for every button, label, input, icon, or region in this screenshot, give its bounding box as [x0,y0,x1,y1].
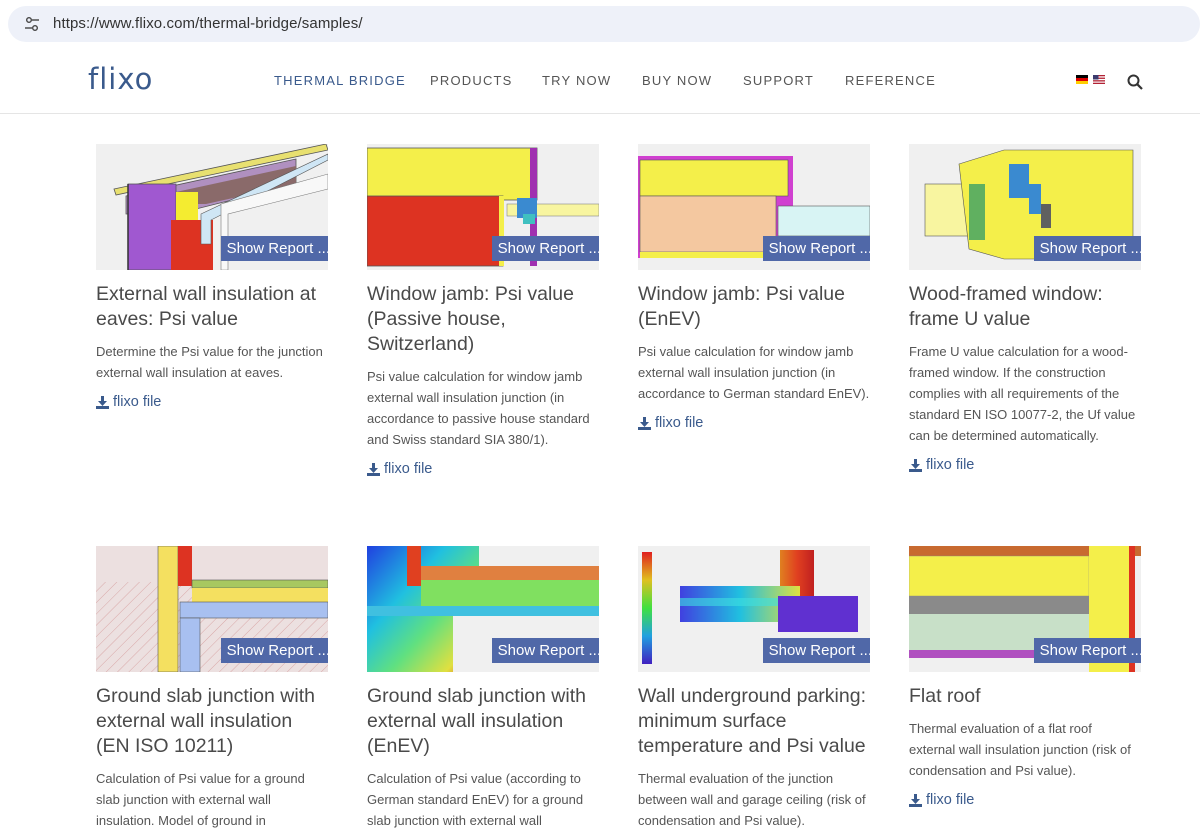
card-description: Thermal evaluation of a flat roof extern… [909,721,1131,778]
flixo-file-link[interactable]: flixo file [96,394,328,410]
download-icon [909,458,922,472]
sample-card-wood-window: Show Report ... Wood-framed window: fram… [909,144,1141,473]
sample-thumbnail[interactable]: Show Report ... [909,546,1141,672]
card-description: Frame U value calculation for a wood-fra… [909,344,1136,443]
show-report-button[interactable]: Show Report ... [762,236,870,261]
card-description: Calculation of Psi value for a ground sl… [96,771,305,828]
site-settings-icon[interactable] [24,16,40,32]
sample-thumbnail[interactable]: Show Report ... [367,546,599,672]
flixo-file-link[interactable]: flixo file [638,415,870,431]
sample-card-ground-slab-iso: Show Report ... Ground slab junction wit… [96,546,328,829]
show-report-button[interactable]: Show Report ... [491,638,599,663]
card-title[interactable]: Ground slab junction with external wall … [367,684,599,759]
german-flag-icon[interactable] [1076,75,1088,84]
search-icon[interactable] [1127,74,1143,90]
flixo-file-label[interactable]: flixo file [926,457,974,473]
flixo-logo[interactable]: flixo [88,62,153,96]
nav-try-now[interactable]: TRY NOW [542,73,611,88]
card-title[interactable]: Ground slab junction with external wall … [96,684,328,759]
sample-card-underground-parking: Show Report ... Wall underground parking… [638,546,870,829]
sample-thumbnail[interactable]: Show Report ... [367,144,599,270]
download-icon [638,416,651,430]
flixo-file-link[interactable]: flixo file [367,461,599,477]
card-description: Psi value calculation for window jamb ex… [367,369,590,447]
download-icon [96,395,109,409]
us-flag-icon[interactable] [1093,75,1105,84]
sample-thumbnail[interactable]: Show Report ... [638,546,870,672]
flixo-file-link[interactable]: flixo file [909,457,1141,473]
nav-buy-now[interactable]: BUY NOW [642,73,712,88]
sample-card-ground-slab-enev: Show Report ... Ground slab junction wit… [367,546,599,829]
sample-thumbnail[interactable]: Show Report ... [638,144,870,270]
show-report-button[interactable]: Show Report ... [1033,236,1141,261]
download-icon [367,462,380,476]
card-title[interactable]: External wall insulation at eaves: Psi v… [96,282,328,332]
sample-card-eaves: Show Report ... External wall insulation… [96,144,328,410]
flixo-file-link[interactable]: flixo file [909,792,1141,808]
card-title[interactable]: Window jamb: Psi value (EnEV) [638,282,870,332]
nav-products[interactable]: PRODUCTS [430,73,513,88]
flixo-file-label[interactable]: flixo file [384,461,432,477]
show-report-button[interactable]: Show Report ... [220,236,328,261]
url-box[interactable]: https://www.flixo.com/thermal-bridge/sam… [8,6,1200,42]
card-title[interactable]: Window jamb: Psi value (Passive house, S… [367,282,599,357]
nav-thermal-bridge[interactable]: THERMAL BRIDGE [274,73,406,88]
download-icon [909,793,922,807]
show-report-button[interactable]: Show Report ... [762,638,870,663]
card-description: Calculation of Psi value (according to G… [367,771,584,828]
sample-thumbnail[interactable]: Show Report ... [96,144,328,270]
card-title[interactable]: Wood-framed window: frame U value [909,282,1141,332]
sample-card-window-jamb-passive: Show Report ... Window jamb: Psi value (… [367,144,599,477]
show-report-button[interactable]: Show Report ... [491,236,599,261]
flixo-file-label[interactable]: flixo file [926,792,974,808]
card-title[interactable]: Wall underground parking: minimum surfac… [638,684,870,759]
nav-reference[interactable]: REFERENCE [845,73,936,88]
sample-card-flat-roof: Show Report ... Flat roof Thermal evalua… [909,546,1141,808]
browser-address-bar: https://www.flixo.com/thermal-bridge/sam… [0,0,1200,48]
card-title[interactable]: Flat roof [909,684,1141,709]
card-description: Psi value calculation for window jamb ex… [638,344,870,401]
url-text[interactable]: https://www.flixo.com/thermal-bridge/sam… [53,15,363,32]
show-report-button[interactable]: Show Report ... [220,638,328,663]
flixo-file-label[interactable]: flixo file [655,415,703,431]
flixo-file-label[interactable]: flixo file [113,394,161,410]
card-description: Thermal evaluation of the junction betwe… [638,771,866,828]
sample-thumbnail[interactable]: Show Report ... [96,546,328,672]
nav-support[interactable]: SUPPORT [743,73,814,88]
sample-thumbnail[interactable]: Show Report ... [909,144,1141,270]
show-report-button[interactable]: Show Report ... [1033,638,1141,663]
sample-card-window-jamb-enev: Show Report ... Window jamb: Psi value (… [638,144,870,431]
card-description: Determine the Psi value for the junction… [96,344,323,380]
site-header: flixo THERMAL BRIDGE PRODUCTS TRY NOW BU… [0,48,1200,114]
